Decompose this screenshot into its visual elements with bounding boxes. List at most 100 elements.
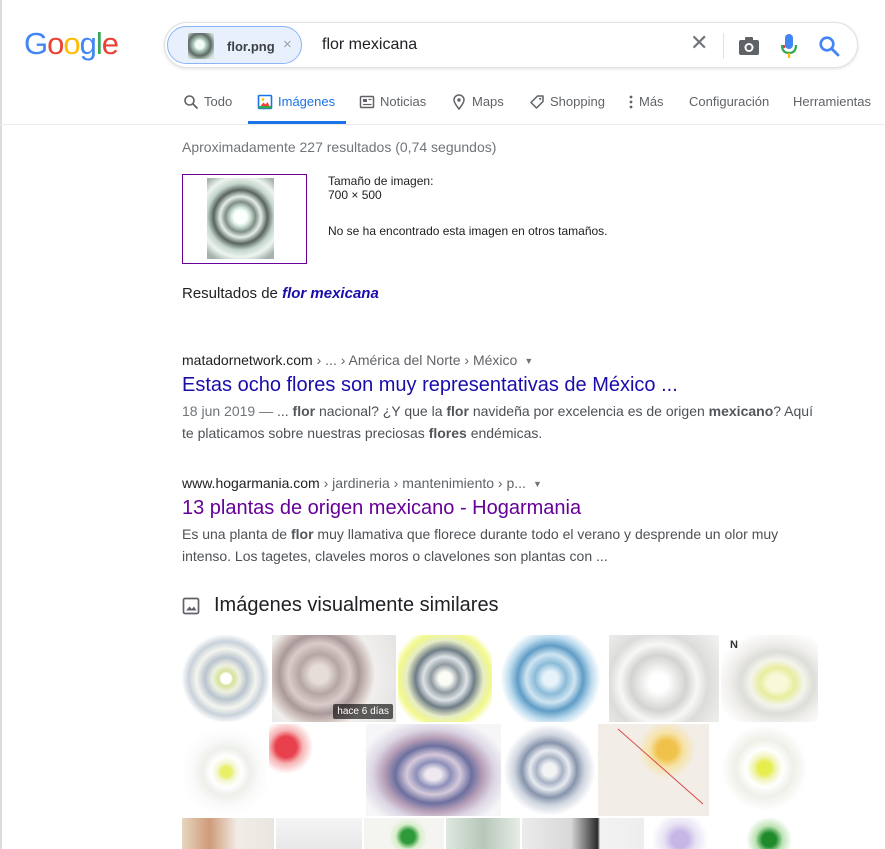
- image-size-label: Tamaño de imagen:: [328, 174, 434, 188]
- result-domain: matadornetwork.com: [182, 352, 313, 368]
- similar-image[interactable]: [716, 818, 818, 849]
- chevron-down-icon[interactable]: ▼: [533, 479, 542, 489]
- tabs-divider: [0, 124, 885, 125]
- tab-label: Imágenes: [278, 94, 336, 109]
- tab-label: Herramientas: [793, 94, 872, 109]
- result-cite[interactable]: matadornetwork.com › ... › América del N…: [182, 352, 822, 368]
- image-size-value: 700 × 500: [328, 188, 382, 202]
- best-guess-prefix: Resultados de: [182, 285, 283, 302]
- similar-image[interactable]: [182, 724, 267, 816]
- result-title-link[interactable]: 13 plantas de origen mexicano - Hogarman…: [182, 495, 822, 521]
- tab-noticias[interactable]: Noticias: [359, 86, 426, 124]
- chip-filename: flor.png: [227, 39, 275, 54]
- tab-todo[interactable]: Todo: [183, 86, 232, 124]
- similar-image[interactable]: hace 6 días: [272, 635, 396, 722]
- logo-letter: g: [79, 26, 97, 61]
- snippet-text: nacional? ¿Y que la: [315, 403, 447, 419]
- similar-image[interactable]: N: [721, 635, 818, 722]
- query-image: [207, 178, 274, 259]
- snippet-highlight: flor: [290, 526, 314, 542]
- similar-image[interactable]: [366, 724, 501, 816]
- snippet-highlight: flor: [292, 403, 316, 419]
- chevron-down-icon[interactable]: ▼: [524, 356, 533, 366]
- snippet-highlight: flores: [428, 425, 467, 441]
- results-stats: Aproximadamente 227 resultados (0,74 seg…: [182, 139, 497, 155]
- result-title-link[interactable]: Estas ocho flores son muy representativa…: [182, 372, 822, 398]
- search-box[interactable]: flor.png × flor mexicana ✕: [164, 22, 858, 68]
- similar-images-title: Imágenes visualmente similares: [214, 594, 499, 616]
- similar-image[interactable]: [446, 818, 520, 849]
- tab-imagenes[interactable]: Imágenes: [247, 86, 347, 124]
- snippet-text: endémicas.: [466, 425, 543, 441]
- clear-icon[interactable]: ✕: [690, 32, 708, 54]
- snippet-highlight: mexicano: [708, 403, 774, 419]
- logo-letter: o: [63, 26, 80, 61]
- other-sizes-message: No se ha encontrado esta imagen en otros…: [328, 224, 608, 238]
- similar-image[interactable]: [522, 818, 644, 849]
- tab-label: Shopping: [550, 94, 605, 109]
- image-watermark: N: [730, 639, 738, 651]
- news-icon: [359, 95, 375, 109]
- image-query-chip[interactable]: flor.png ×: [167, 26, 302, 64]
- snippet-text: ...: [276, 403, 293, 419]
- result-cite[interactable]: www.hogarmania.com › jardineria › manten…: [182, 475, 822, 491]
- search-input[interactable]: flor mexicana: [322, 36, 417, 54]
- similar-image[interactable]: [398, 635, 492, 722]
- similar-image[interactable]: [609, 635, 719, 722]
- microphone-icon[interactable]: [780, 33, 798, 59]
- google-logo[interactable]: Google: [24, 26, 119, 62]
- similar-image[interactable]: [182, 635, 270, 722]
- result-path: › ... › América del Norte › México: [312, 352, 518, 368]
- result-date: 18 jun 2019 —: [182, 403, 277, 419]
- result-snippet: Es una planta de flor muy llamativa que …: [182, 523, 822, 567]
- tab-mas[interactable]: Más: [628, 86, 664, 124]
- tab-label: Configuración: [689, 94, 770, 109]
- logo-letter: e: [101, 26, 119, 61]
- image-detail-line: [617, 728, 704, 805]
- more-vert-icon: [629, 95, 633, 109]
- tab-shopping[interactable]: Shopping: [529, 86, 605, 124]
- similar-image[interactable]: [494, 635, 607, 722]
- tab-label: Maps: [472, 94, 504, 109]
- similar-image[interactable]: [711, 724, 818, 816]
- tab-label: Noticias: [380, 94, 427, 109]
- search-submit-icon[interactable]: [818, 35, 840, 57]
- logo-letter: o: [47, 26, 64, 61]
- search-result: www.hogarmania.com › jardineria › manten…: [182, 475, 822, 567]
- search-icon: [184, 95, 199, 110]
- snippet-highlight: flor: [446, 403, 469, 419]
- tag-icon: [530, 95, 544, 109]
- camera-icon[interactable]: [738, 36, 760, 56]
- tab-label: Más: [639, 94, 664, 109]
- similar-image[interactable]: [276, 818, 362, 849]
- snippet-text: Es una planta de: [182, 526, 291, 542]
- result-domain: www.hogarmania.com: [182, 475, 320, 491]
- result-path: › jardineria › mantenimiento › p...: [319, 475, 526, 491]
- similar-image[interactable]: [646, 818, 714, 849]
- chip-thumbnail: [188, 33, 214, 59]
- tab-configuracion[interactable]: Configuración: [689, 86, 769, 124]
- best-guess: Resultados de flor mexicana: [182, 285, 379, 302]
- search-divider: [723, 33, 724, 59]
- image-icon: [257, 94, 273, 110]
- search-result: matadornetwork.com › ... › América del N…: [182, 352, 822, 444]
- similar-image[interactable]: [182, 818, 274, 849]
- query-image-thumbnail[interactable]: [182, 174, 307, 264]
- similar-image[interactable]: [269, 724, 364, 816]
- best-guess-link[interactable]: flor mexicana: [282, 285, 379, 302]
- similar-images-heading: Imágenes visualmente similares: [182, 594, 499, 617]
- similar-image[interactable]: [598, 724, 709, 816]
- similar-image[interactable]: [503, 724, 596, 816]
- result-snippet: 18 jun 2019 — ... flor nacional? ¿Y que …: [182, 400, 822, 444]
- window-frame: [0, 0, 2, 849]
- tab-maps[interactable]: Maps: [451, 86, 504, 124]
- tab-label: Todo: [204, 94, 233, 109]
- image-age-badge: hace 6 días: [333, 704, 393, 719]
- map-pin-icon: [453, 94, 465, 110]
- tab-herramientas[interactable]: Herramientas: [793, 86, 871, 124]
- similar-image[interactable]: [364, 818, 444, 849]
- image-icon: [182, 597, 200, 614]
- chip-remove-icon[interactable]: ×: [283, 36, 292, 53]
- snippet-text: navideña por excelencia es de origen: [468, 403, 709, 419]
- logo-letter: G: [24, 26, 48, 61]
